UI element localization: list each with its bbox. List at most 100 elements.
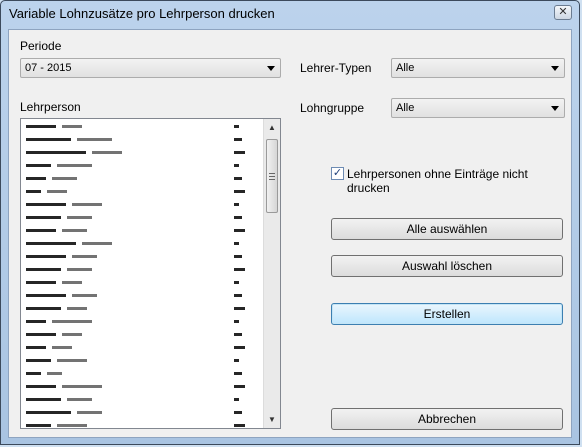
- obscured-text: [234, 359, 239, 362]
- list-item[interactable]: [22, 354, 264, 367]
- obscured-text: [82, 242, 112, 245]
- abbrechen-button[interactable]: Abbrechen: [331, 408, 563, 430]
- obscured-text: [26, 164, 51, 167]
- grip-line: [269, 176, 275, 177]
- obscured-text: [72, 255, 97, 258]
- obscured-text: [234, 203, 239, 206]
- list-item[interactable]: [22, 224, 264, 237]
- lohngruppe-label: Lohngruppe: [300, 101, 365, 115]
- obscured-text: [67, 268, 92, 271]
- obscured-text: [26, 411, 71, 414]
- scroll-up-icon[interactable]: ▲: [264, 119, 280, 136]
- list-item[interactable]: [22, 328, 264, 341]
- obscured-text: [26, 138, 71, 141]
- list-item[interactable]: [22, 172, 264, 185]
- title-bar[interactable]: Variable Lohnzusätze pro Lehrperson druc…: [1, 1, 579, 27]
- list-item[interactable]: [22, 367, 264, 380]
- dialog-window: Variable Lohnzusätze pro Lehrperson druc…: [0, 0, 580, 445]
- obscured-text: [52, 346, 72, 349]
- obscured-text: [234, 281, 239, 284]
- list-item[interactable]: [22, 289, 264, 302]
- lehrperson-list-items: [22, 120, 264, 427]
- list-item[interactable]: [22, 380, 264, 393]
- list-item[interactable]: [22, 393, 264, 406]
- obscured-text: [67, 216, 92, 219]
- obscured-text: [234, 125, 239, 128]
- dialog-client: Periode 07 - 2015 Lehrperson ▲ ▼ Lehrer-…: [8, 29, 572, 438]
- list-item[interactable]: [22, 263, 264, 276]
- obscured-text: [26, 229, 56, 232]
- lehrer-typen-value: Alle: [396, 62, 415, 74]
- lehrperson-label: Lehrperson: [20, 100, 81, 114]
- ohne-eintraege-label[interactable]: Lehrpersonen ohne Einträge nicht drucken: [347, 167, 571, 195]
- obscured-text: [26, 177, 46, 180]
- obscured-text: [26, 255, 66, 258]
- auswahl-loeschen-button[interactable]: Auswahl löschen: [331, 255, 563, 277]
- obscured-text: [234, 138, 242, 141]
- obscured-text: [47, 372, 62, 375]
- list-item[interactable]: [22, 419, 264, 427]
- list-item[interactable]: [22, 133, 264, 146]
- obscured-text: [234, 385, 245, 388]
- obscured-text: [72, 203, 102, 206]
- obscured-text: [26, 333, 56, 336]
- obscured-text: [26, 320, 46, 323]
- obscured-text: [26, 281, 56, 284]
- alle-auswaehlen-button[interactable]: Alle auswählen: [331, 218, 563, 240]
- obscured-text: [234, 411, 242, 414]
- lehrer-typen-select[interactable]: Alle: [391, 58, 565, 78]
- obscured-text: [26, 190, 41, 193]
- obscured-text: [26, 307, 61, 310]
- obscured-text: [26, 346, 46, 349]
- obscured-text: [67, 307, 87, 310]
- obscured-text: [67, 398, 92, 401]
- obscured-text: [26, 385, 56, 388]
- obscured-text: [234, 216, 242, 219]
- list-item[interactable]: [22, 120, 264, 133]
- obscured-text: [234, 294, 242, 297]
- scroll-thumb[interactable]: [266, 139, 278, 213]
- list-item[interactable]: [22, 276, 264, 289]
- obscured-text: [234, 164, 239, 167]
- obscured-text: [26, 125, 56, 128]
- lehrperson-list[interactable]: ▲ ▼: [20, 118, 281, 429]
- obscured-text: [26, 242, 76, 245]
- lohngruppe-select[interactable]: Alle: [391, 98, 565, 118]
- obscured-text: [26, 359, 51, 362]
- list-item[interactable]: [22, 211, 264, 224]
- obscured-text: [62, 385, 102, 388]
- obscured-text: [234, 424, 245, 427]
- obscured-text: [234, 268, 245, 271]
- close-icon: ✕: [558, 6, 568, 18]
- obscured-text: [234, 255, 242, 258]
- list-item[interactable]: [22, 250, 264, 263]
- list-item[interactable]: [22, 406, 264, 419]
- list-item[interactable]: [22, 315, 264, 328]
- obscured-text: [26, 151, 86, 154]
- obscured-text: [57, 424, 87, 427]
- scroll-down-icon[interactable]: ▼: [264, 411, 280, 428]
- erstellen-button[interactable]: Erstellen: [331, 303, 563, 325]
- list-item[interactable]: [22, 159, 264, 172]
- list-item[interactable]: [22, 146, 264, 159]
- list-scrollbar[interactable]: ▲ ▼: [263, 119, 280, 428]
- list-item[interactable]: [22, 341, 264, 354]
- list-item[interactable]: [22, 185, 264, 198]
- ohne-eintraege-checkbox[interactable]: ✓: [331, 167, 344, 180]
- obscured-text: [234, 333, 242, 336]
- obscured-text: [62, 333, 82, 336]
- list-item[interactable]: [22, 302, 264, 315]
- obscured-text: [26, 216, 61, 219]
- obscured-text: [234, 372, 242, 375]
- list-item[interactable]: [22, 237, 264, 250]
- list-item[interactable]: [22, 198, 264, 211]
- obscured-text: [57, 164, 92, 167]
- obscured-text: [234, 177, 242, 180]
- obscured-text: [47, 190, 67, 193]
- obscured-text: [234, 320, 239, 323]
- periode-select[interactable]: 07 - 2015: [20, 58, 281, 78]
- grip-line: [269, 173, 275, 174]
- obscured-text: [234, 398, 239, 401]
- obscured-text: [26, 424, 51, 427]
- close-button[interactable]: ✕: [554, 5, 572, 20]
